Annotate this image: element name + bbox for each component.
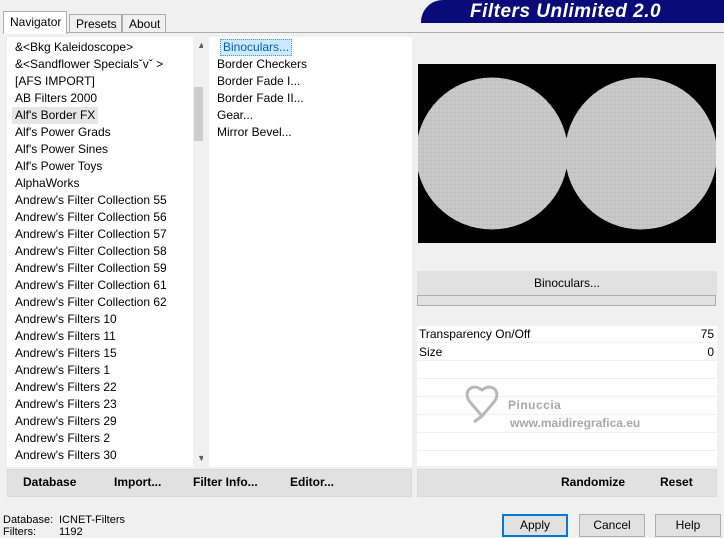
tab-presets[interactable]: Presets xyxy=(69,14,122,33)
current-filter-label: Binoculars... xyxy=(417,271,717,295)
category-item[interactable]: Andrew's Filters 11 xyxy=(15,328,116,345)
param-name: Size xyxy=(419,345,443,359)
category-item[interactable]: Andrew's Filters 1 xyxy=(15,362,110,379)
watermark-url: www.maidiregrafica.eu xyxy=(510,416,641,430)
category-item[interactable]: Andrew's Filter Collection 58 xyxy=(15,243,167,260)
help-button[interactable]: Help xyxy=(655,514,721,537)
filter-item[interactable]: Gear... xyxy=(217,107,253,124)
scroll-thumb[interactable] xyxy=(194,87,203,141)
watermark: Pinuccia www.maidiregrafica.eu xyxy=(458,380,688,440)
scroll-up-icon[interactable]: ▲ xyxy=(193,37,203,54)
filter-item[interactable]: Border Fade II... xyxy=(217,90,304,107)
category-item[interactable]: Alf's Power Toys xyxy=(15,158,102,175)
category-scrollbar[interactable]: ▲ ▼ xyxy=(193,37,203,467)
category-item[interactable]: Andrew's Filters 30 xyxy=(15,447,117,464)
category-item[interactable]: Andrew's Filter Collection 59 xyxy=(15,260,167,277)
tab-navigator[interactable]: Navigator xyxy=(3,11,67,34)
category-item[interactable]: Andrew's Filters 2 xyxy=(15,430,110,447)
category-item[interactable]: Andrew's Filters 10 xyxy=(15,311,117,328)
editor-button[interactable]: Editor... xyxy=(290,475,334,489)
category-item[interactable]: AB Filters 2000 xyxy=(15,90,97,107)
cancel-button[interactable]: Cancel xyxy=(579,514,645,537)
category-item[interactable]: Andrew's Filter Collection 57 xyxy=(15,226,167,243)
filter-item[interactable]: Binoculars... xyxy=(220,39,293,56)
banner-title: Filters Unlimited 2.0 xyxy=(470,1,662,22)
category-item[interactable]: Andrew's Filter Collection 62 xyxy=(15,294,167,311)
category-item[interactable]: AlphaWorks xyxy=(15,175,79,192)
filters-count-label: Filters: xyxy=(3,526,36,538)
filter-item[interactable]: Border Fade I... xyxy=(217,73,300,90)
filter-item[interactable]: Mirror Bevel... xyxy=(217,124,292,141)
category-item[interactable]: Alf's Power Grads xyxy=(15,124,111,141)
category-item[interactable]: Andrew's Filter Collection 56 xyxy=(15,209,167,226)
param-value[interactable]: 0 xyxy=(707,345,714,359)
tab-about[interactable]: About xyxy=(122,14,166,33)
category-item[interactable]: Andrew's Filters 3 xyxy=(15,464,110,467)
param-row[interactable]: Transparency On/Off 75 xyxy=(417,326,717,343)
filter-info-button[interactable]: Filter Info... xyxy=(193,475,258,489)
filter-preview xyxy=(416,64,717,243)
filter-item[interactable]: Border Checkers xyxy=(217,56,307,73)
param-row-empty xyxy=(417,362,717,379)
binoculars-preview-image xyxy=(416,77,717,230)
randomize-button[interactable]: Randomize xyxy=(561,475,625,489)
filter-list[interactable]: Binoculars... Border Checkers Border Fade … xyxy=(209,37,412,467)
category-item[interactable]: Andrew's Filter Collection 55 xyxy=(15,192,167,209)
param-row-empty xyxy=(417,452,717,469)
category-item[interactable]: Alf's Border FX xyxy=(12,107,99,124)
watermark-logo-icon xyxy=(465,385,499,424)
database-label: Database: xyxy=(3,514,54,526)
category-item[interactable]: [AFS IMPORT] xyxy=(15,73,95,90)
watermark-title: Pinuccia xyxy=(508,398,562,412)
apply-button[interactable]: Apply xyxy=(502,514,568,537)
filters-unlimited-dialog: Navigator Presets About Filters Unlimite… xyxy=(0,0,724,538)
category-item[interactable]: Andrew's Filters 15 xyxy=(15,345,117,362)
category-item[interactable]: Andrew's Filters 22 xyxy=(15,379,117,396)
param-row[interactable]: Size 0 xyxy=(417,344,717,361)
scroll-down-icon[interactable]: ▼ xyxy=(193,450,203,467)
param-name: Transparency On/Off xyxy=(419,327,531,341)
category-item[interactable]: &<Sandflower Specialsˇvˇ > xyxy=(15,56,163,73)
category-item[interactable]: &<Bkg Kaleidoscope> xyxy=(15,39,133,56)
list-button-bar: Database Import... Filter Info... Editor… xyxy=(7,469,412,497)
filters-count-value: 1192 xyxy=(59,526,83,538)
database-value: ICNET-Filters xyxy=(59,514,125,526)
category-item[interactable]: Andrew's Filters 29 xyxy=(15,413,117,430)
param-button-bar: Randomize Reset xyxy=(417,469,717,497)
category-item[interactable]: Alf's Power Sines xyxy=(15,141,108,158)
category-item[interactable]: Andrew's Filter Collection 61 xyxy=(15,277,167,294)
import-button[interactable]: Import... xyxy=(114,475,161,489)
param-value[interactable]: 75 xyxy=(701,327,714,341)
reset-button[interactable]: Reset xyxy=(660,475,693,489)
preview-progress-bar xyxy=(417,295,716,306)
category-list[interactable]: Andrew's Filters 3Andrew's Filters 30And… xyxy=(7,37,203,467)
database-button[interactable]: Database xyxy=(23,475,76,489)
category-item[interactable]: Andrew's Filters 23 xyxy=(15,396,117,413)
